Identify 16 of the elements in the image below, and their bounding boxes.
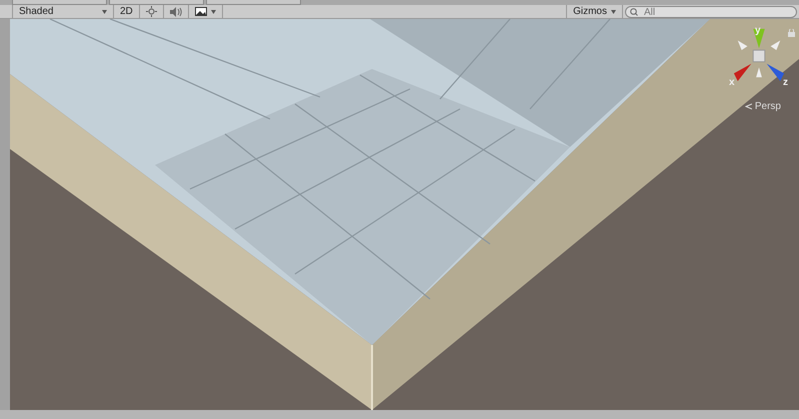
- sun-icon: [146, 6, 157, 17]
- axis-label: x: [729, 76, 735, 90]
- caret-icon: [102, 10, 107, 14]
- axis-label: y: [755, 24, 761, 38]
- caret-icon: [611, 10, 616, 14]
- projection-label[interactable]: Persp: [745, 99, 781, 114]
- speaker-icon: [170, 6, 182, 16]
- gizmos-dropdown[interactable]: Gizmos: [566, 5, 623, 18]
- chevron-icon: [745, 102, 752, 110]
- axis-label: z: [783, 76, 788, 90]
- caret-icon: [210, 10, 216, 14]
- draw-mode-dropdown[interactable]: Shaded: [12, 5, 114, 18]
- search-field[interactable]: All: [625, 6, 797, 18]
- 2d-toggle-button[interactable]: 2D: [114, 5, 140, 18]
- search-icon: [630, 8, 640, 16]
- image-icon: [194, 7, 207, 16]
